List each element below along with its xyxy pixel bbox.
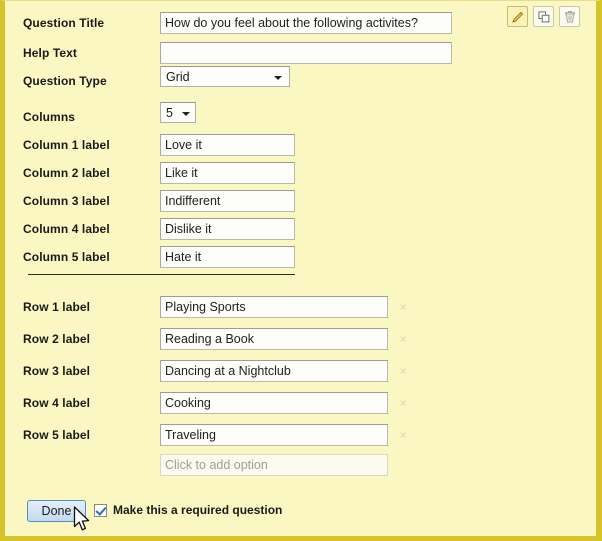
row-4-label: Row 4 label [23,396,91,410]
row-2-label: Row 2 label [23,332,91,346]
column-field-row: Column 3 label [5,190,596,218]
row-field-row: Row 1 label × [5,296,596,324]
column-5-input[interactable] [160,246,295,268]
question-title-input[interactable] [160,12,452,34]
add-option-input[interactable] [160,454,388,476]
section-divider [28,274,295,275]
columns-count-value: 5 [166,106,173,120]
question-title-label: Question Title [23,16,105,30]
question-title-row: Question Title [5,12,596,40]
row-field-row: Row 4 label × [5,392,596,420]
remove-row-4-button[interactable]: × [397,396,409,410]
row-5-input[interactable] [160,424,388,446]
remove-row-5-button[interactable]: × [397,428,409,442]
columns-count-row: Columns [5,106,596,134]
column-3-input[interactable] [160,190,295,212]
required-question-checkbox[interactable] [94,504,107,517]
question-editor-panel: Question Title Help Text Question Type G… [0,0,602,541]
required-question-label[interactable]: Make this a required question [113,503,282,517]
row-1-label: Row 1 label [23,300,91,314]
remove-row-3-button[interactable]: × [397,364,409,378]
column-field-row: Column 5 label [5,246,596,274]
row-4-input[interactable] [160,392,388,414]
row-5-label: Row 5 label [23,428,91,442]
row-field-row: Row 3 label × [5,360,596,388]
help-text-label: Help Text [23,46,78,60]
column-4-label: Column 4 label [23,222,110,236]
remove-row-1-button[interactable]: × [397,300,409,314]
question-type-label: Question Type [23,74,107,88]
editor-footer: Done Make this a required question [5,497,596,536]
row-field-row: Row 2 label × [5,328,596,356]
column-1-input[interactable] [160,134,295,156]
done-button[interactable]: Done [27,500,86,522]
question-type-row: Question Type [5,70,596,98]
question-type-select[interactable]: Grid [160,66,290,87]
row-3-input[interactable] [160,360,388,382]
row-1-input[interactable] [160,296,388,318]
columns-count-label: Columns [23,110,76,124]
row-2-input[interactable] [160,328,388,350]
question-type-value: Grid [166,70,190,84]
columns-count-select[interactable]: 5 [160,102,196,123]
column-2-input[interactable] [160,162,295,184]
remove-row-2-button[interactable]: × [397,332,409,346]
column-1-label: Column 1 label [23,138,110,152]
help-text-row: Help Text [5,42,596,70]
column-3-label: Column 3 label [23,194,110,208]
column-2-label: Column 2 label [23,166,110,180]
column-5-label: Column 5 label [23,250,110,264]
row-field-row: Row 5 label × [5,424,596,452]
column-4-input[interactable] [160,218,295,240]
row-3-label: Row 3 label [23,364,91,378]
chevron-down-icon [182,112,190,116]
add-option-row [5,454,596,482]
chevron-down-icon [274,76,282,80]
column-field-row: Column 1 label [5,134,596,162]
column-field-row: Column 2 label [5,162,596,190]
column-field-row: Column 4 label [5,218,596,246]
help-text-input[interactable] [160,42,452,64]
